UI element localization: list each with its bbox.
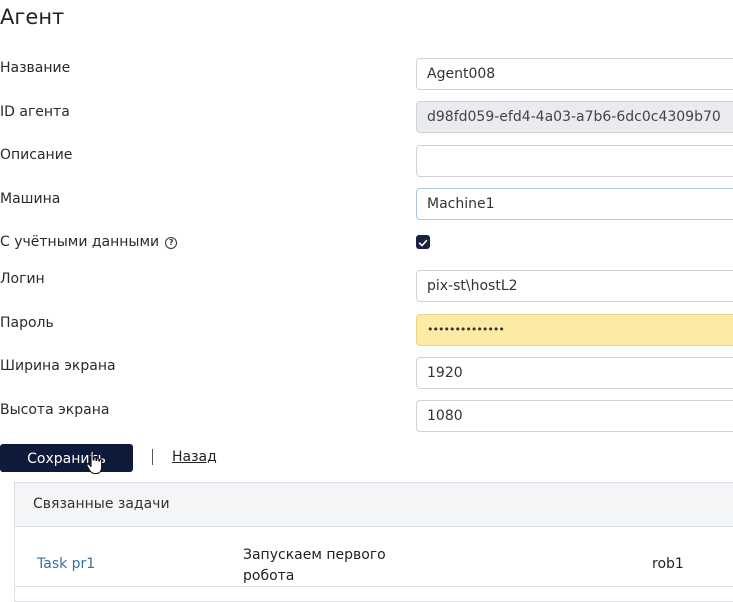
machine-row: Машина Machine1 bbox=[0, 188, 733, 222]
screen-width-label: Ширина экрана bbox=[0, 358, 116, 374]
related-tasks-panel: Связанные задачи Task pr1 Запускаем перв… bbox=[14, 482, 733, 602]
action-separator bbox=[152, 449, 153, 465]
related-tasks-header: Связанные задачи bbox=[15, 483, 733, 527]
password-label: Пароль bbox=[0, 315, 54, 331]
screen-width-row: Ширина экрана 1920 bbox=[0, 357, 733, 391]
machine-select[interactable]: Machine1 bbox=[416, 188, 733, 220]
task-description: Запускаем первого робота bbox=[243, 547, 386, 584]
login-row: Логин pix-st\hostL2 bbox=[0, 270, 733, 304]
agent-id-field: d98fd059-efd4-4a03-a7b6-6dc0c4309b70 bbox=[416, 101, 733, 133]
page-title: Агент bbox=[0, 5, 65, 29]
machine-label: Машина bbox=[0, 191, 61, 207]
description-row: Описание bbox=[0, 145, 733, 179]
screen-width-input[interactable]: 1920 bbox=[416, 357, 733, 389]
credentials-checkbox[interactable] bbox=[416, 235, 430, 249]
task-user: rob1 bbox=[652, 556, 684, 572]
password-row: Пароль •••••••••••••• bbox=[0, 314, 733, 348]
name-input[interactable]: Agent008 bbox=[416, 58, 733, 90]
credentials-label-group: С учётными данными? bbox=[0, 234, 178, 250]
id-row: ID агента d98fd059-efd4-4a03-a7b6-6dc0c4… bbox=[0, 101, 733, 135]
credentials-row: С учётными данными? bbox=[0, 232, 733, 266]
name-label: Название bbox=[0, 60, 71, 76]
checkmark-icon bbox=[418, 239, 428, 247]
login-label: Логин bbox=[0, 271, 45, 287]
name-row: Название Agent008 bbox=[0, 58, 733, 92]
id-label: ID агента bbox=[0, 104, 70, 120]
login-input[interactable]: pix-st\hostL2 bbox=[416, 270, 733, 302]
table-row: Task pr1 Запускаем первого робота rob1 bbox=[15, 540, 733, 587]
credentials-label: С учётными данными bbox=[0, 234, 160, 250]
screen-height-row: Высота экрана 1080 bbox=[0, 400, 733, 434]
save-button[interactable]: Сохранить bbox=[0, 444, 133, 472]
description-input[interactable] bbox=[416, 145, 733, 177]
back-link[interactable]: Назад bbox=[172, 449, 217, 465]
hand-cursor-icon bbox=[86, 450, 103, 475]
screen-height-input[interactable]: 1080 bbox=[416, 400, 733, 432]
screen-height-label: Высота экрана bbox=[0, 402, 110, 418]
task-link[interactable]: Task pr1 bbox=[37, 556, 95, 572]
description-label: Описание bbox=[0, 147, 73, 163]
help-icon[interactable]: ? bbox=[165, 237, 178, 249]
password-input[interactable]: •••••••••••••• bbox=[416, 314, 733, 346]
